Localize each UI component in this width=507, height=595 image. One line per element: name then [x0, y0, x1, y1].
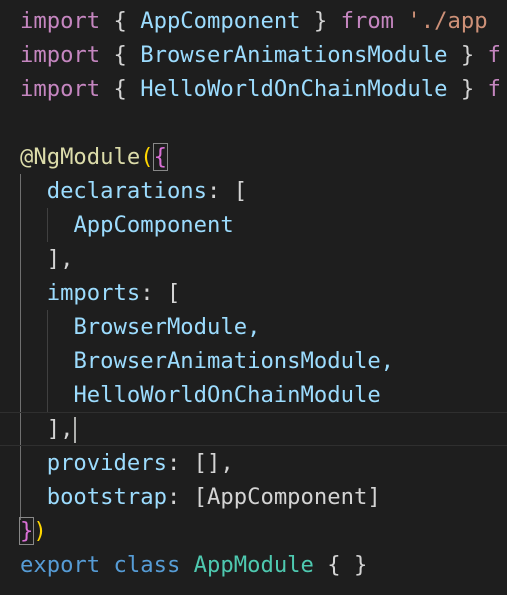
code-line-10[interactable]: BrowserModule,: [0, 310, 507, 344]
import-name: HelloWorldOnChainModule: [140, 76, 448, 102]
array-value: AppComponent: [73, 212, 234, 238]
code-line-1[interactable]: import { AppComponent } from './app: [0, 4, 507, 38]
text-cursor: [74, 416, 77, 443]
code-line-13-current[interactable]: ],: [0, 412, 507, 446]
array-value: BrowserAnimationsModule,: [73, 348, 395, 374]
code-line-12[interactable]: HelloWorldOnChainModule: [0, 378, 507, 412]
close-bracket: ],: [46, 246, 74, 272]
code-line-6[interactable]: declarations: [: [0, 174, 507, 208]
keyword-import: import: [20, 8, 101, 34]
code-line-8[interactable]: ],: [0, 242, 507, 276]
keyword-export: export: [20, 552, 101, 578]
code-line-5[interactable]: @NgModule({: [0, 140, 507, 174]
property-declarations: declarations: [46, 178, 208, 204]
open-brace-matched: {: [152, 143, 168, 171]
decorator-name: NgModule: [33, 144, 141, 170]
array-value: BrowserModule,: [73, 314, 261, 340]
open-paren: (: [140, 144, 154, 170]
close-brace-matched: }: [18, 517, 35, 545]
code-line-9[interactable]: imports: [: [0, 276, 507, 310]
close-bracket: ],: [46, 416, 74, 442]
keyword-import: import: [20, 76, 101, 102]
open-bracket: [: [166, 280, 181, 306]
code-editor[interactable]: import { AppComponent } from './app impo…: [0, 0, 507, 595]
code-line-3[interactable]: import { HelloWorldOnChainModule } f: [0, 72, 507, 106]
code-line-7[interactable]: AppComponent: [0, 208, 507, 242]
keyword-from: from: [340, 8, 395, 34]
open-bracket: [: [233, 178, 248, 204]
keyword-from: f: [487, 42, 501, 68]
import-name: BrowserAnimationsModule: [140, 42, 448, 68]
close-paren: ): [33, 518, 47, 544]
import-name: AppComponent: [140, 8, 301, 34]
decorator-at: @: [20, 144, 34, 170]
code-line-17[interactable]: export class AppModule { }: [0, 548, 507, 582]
code-line-4[interactable]: [0, 106, 507, 140]
keyword-class: class: [113, 552, 181, 578]
class-name: AppModule: [193, 552, 314, 578]
keyword-import: import: [20, 42, 101, 68]
code-line-2[interactable]: import { BrowserAnimationsModule } f: [0, 38, 507, 72]
code-line-14[interactable]: providers: [],: [0, 446, 507, 480]
code-line-11[interactable]: BrowserAnimationsModule,: [0, 344, 507, 378]
array-value: HelloWorldOnChainModule: [73, 382, 381, 408]
property-bootstrap: bootstrap: [46, 484, 167, 510]
import-path: './app: [407, 8, 488, 34]
property-providers: providers: [46, 450, 167, 476]
keyword-from: f: [487, 76, 501, 102]
code-line-16[interactable]: }): [0, 514, 507, 548]
code-line-15[interactable]: bootstrap: [AppComponent]: [0, 480, 507, 514]
property-imports: imports: [46, 280, 141, 306]
